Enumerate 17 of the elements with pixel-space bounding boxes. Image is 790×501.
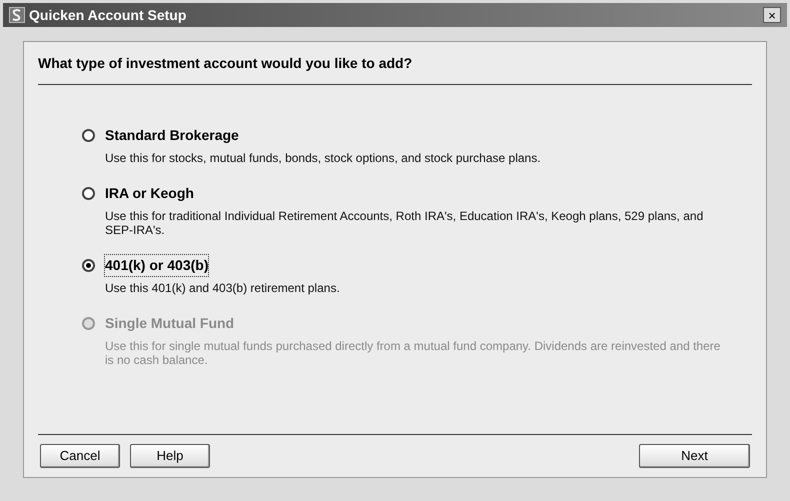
radio-button[interactable] xyxy=(82,259,95,272)
option-label[interactable]: IRA or Keogh xyxy=(105,183,194,204)
dialog-button[interactable]: Help xyxy=(130,444,210,468)
window-title: Quicken Account Setup xyxy=(29,6,186,25)
app-logo-icon xyxy=(9,7,25,23)
option-description: Use this for traditional Individual Retirement Accounts, Roth IRA's, Education IRA's, Keogh plans, 529 plans, and SEP-IRA's. xyxy=(104,208,704,237)
option-description: Use this 401(k) and 403(b) retirement plans. xyxy=(104,280,341,295)
radio-button[interactable] xyxy=(82,129,95,142)
option-description: Use this for stocks, mutual funds, bonds, stock options, and stock purchase plans. xyxy=(104,150,542,165)
radio-button[interactable] xyxy=(82,187,95,200)
option-description: Use this for single mutual funds purchased directly from a mutual fund company. Dividends are reinvested and there is no cash balance. xyxy=(104,338,722,367)
dialog-button[interactable]: Cancel xyxy=(40,444,120,468)
close-button[interactable]: × xyxy=(763,7,781,23)
option-label[interactable]: Standard Brokerage xyxy=(105,125,239,146)
dialog-heading: What type of investment account would you like to add? xyxy=(38,42,752,85)
option-label[interactable]: 401(k) or 403(b) xyxy=(105,255,208,276)
dialog-button[interactable]: Next xyxy=(639,444,750,468)
